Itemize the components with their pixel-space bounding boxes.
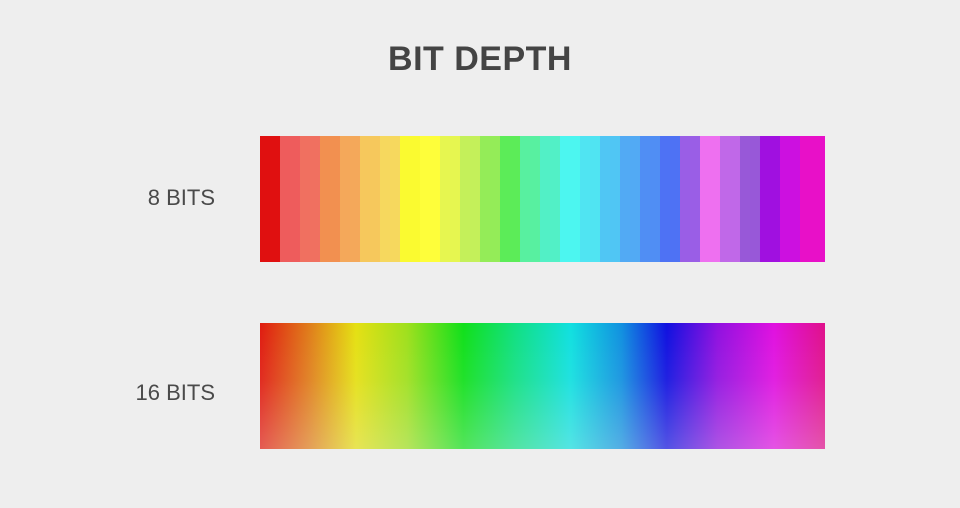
color-band [300,136,320,262]
color-band [320,136,340,262]
color-band [780,136,800,262]
color-band [600,136,620,262]
color-band [660,136,680,262]
color-band [720,136,740,262]
row-label-16-bits: 16 BITS [135,380,215,405]
color-band [740,136,760,262]
color-band [460,136,480,262]
page-title: BIT DEPTH [388,40,572,78]
color-band [480,136,500,262]
color-band [520,136,540,262]
color-band [640,136,660,262]
row-label-8-bits: 8 BITS [147,185,215,210]
gradient-bar-16-bits [260,323,825,449]
gradient-fade-overlay [260,323,825,449]
color-band [380,136,400,262]
color-band [340,136,360,262]
color-band [260,136,280,262]
color-band [280,136,300,262]
color-band [420,136,440,262]
color-band [400,136,420,262]
color-band [560,136,580,262]
color-band [800,136,825,262]
color-band [680,136,700,262]
color-band [440,136,460,262]
color-band [620,136,640,262]
color-band [540,136,560,262]
gradient-bar-8-bits [260,136,825,262]
color-band [500,136,520,262]
color-band [360,136,380,262]
color-band [700,136,720,262]
color-band [580,136,600,262]
color-band [760,136,780,262]
